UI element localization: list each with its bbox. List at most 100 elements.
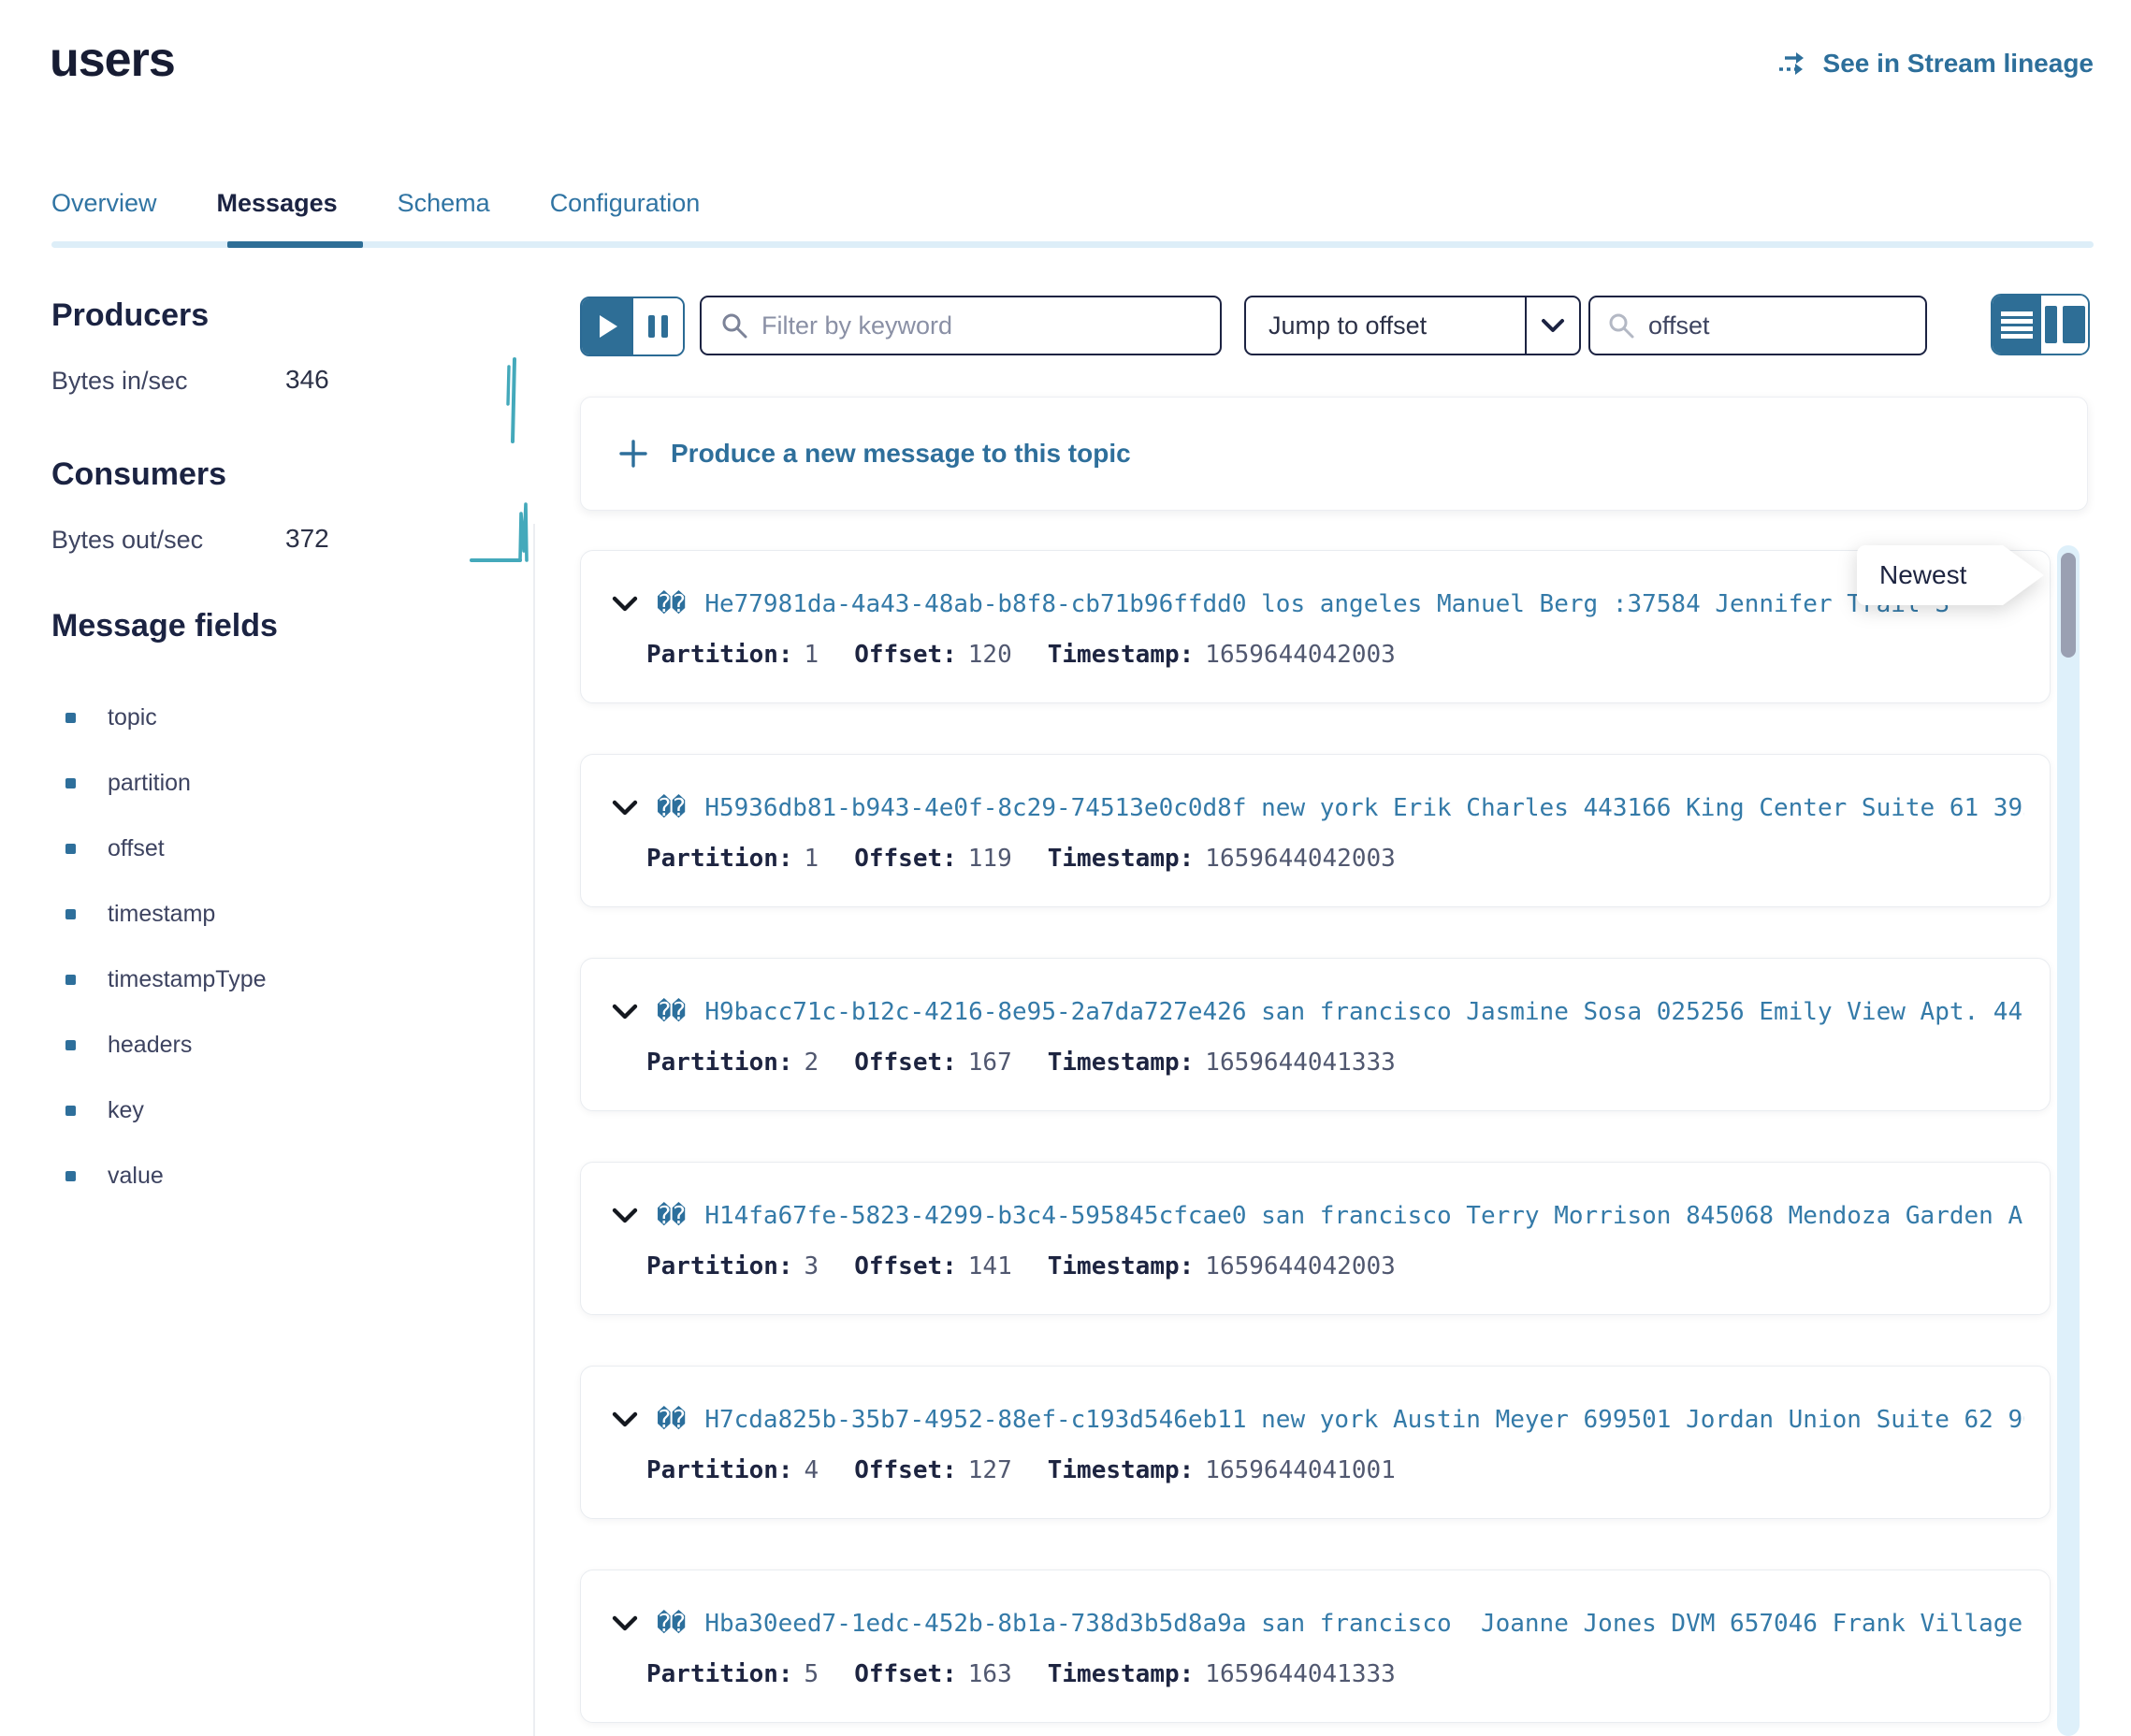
offset-meta: Offset:119	[854, 845, 1012, 873]
field-bullet-icon	[65, 909, 76, 919]
tab-schema[interactable]: Schema	[398, 189, 490, 235]
message-summary: Hba30eed7-1edc-452b-8b1a-738d3b5d8a9a sa…	[704, 1610, 2024, 1638]
list-view-icon	[2001, 310, 2033, 340]
message-meta-row: Partition:1 Offset:120 Timestamp:1659644…	[646, 641, 1396, 669]
offset-meta: Offset:167	[854, 1049, 1012, 1077]
message-key-glyphs: ��	[657, 1202, 686, 1230]
field-label: partition	[108, 770, 191, 797]
expand-chevron-icon[interactable]	[612, 1004, 638, 1020]
offset-search-field	[1588, 296, 1927, 355]
partition-value: 4	[805, 1456, 819, 1484]
partition-meta: Partition:2	[646, 1049, 819, 1077]
bytes-out-value: 372	[285, 524, 329, 554]
jump-to-offset-select[interactable]: Jump to offset	[1244, 296, 1581, 355]
list-view-button[interactable]	[1993, 296, 2041, 354]
partition-meta: Partition:4	[646, 1456, 819, 1484]
active-tab-underline	[227, 241, 363, 248]
expand-chevron-icon[interactable]	[612, 800, 638, 817]
partition-value: 1	[805, 845, 819, 873]
jump-to-offset-value: Jump to offset	[1246, 297, 1525, 354]
stream-lineage-icon	[1777, 50, 1811, 78]
select-chevron-segment[interactable]	[1525, 297, 1579, 354]
column-view-button[interactable]	[2041, 296, 2088, 354]
offset-value: 167	[968, 1049, 1012, 1077]
message-field-item[interactable]: key	[65, 1078, 267, 1143]
message-row[interactable]: �� H5936db81-b943-4e0f-8c29-74513e0c0d8f…	[580, 754, 2051, 907]
partition-meta: Partition:1	[646, 845, 819, 873]
message-summary: H5936db81-b943-4e0f-8c29-74513e0c0d8f ne…	[704, 794, 2024, 822]
message-summary-row: �� H5936db81-b943-4e0f-8c29-74513e0c0d8f…	[612, 794, 2024, 822]
offset-value: 119	[968, 845, 1012, 873]
timestamp-meta: Timestamp:1659644041333	[1048, 1049, 1396, 1077]
message-field-item[interactable]: value	[65, 1143, 267, 1208]
message-row[interactable]: �� H9bacc71c-b12c-4216-8e95-2a7da727e426…	[580, 958, 2051, 1111]
pause-icon	[648, 315, 655, 338]
offset-search-input[interactable]	[1648, 311, 1979, 340]
lineage-link-label: See in Stream lineage	[1823, 49, 2094, 79]
timestamp-meta: Timestamp:1659644041333	[1048, 1660, 1396, 1688]
partition-meta: Partition:3	[646, 1252, 819, 1280]
expand-chevron-icon[interactable]	[612, 1411, 638, 1428]
timestamp-value: 1659644041333	[1205, 1049, 1396, 1077]
consumers-heading: Consumers	[51, 456, 226, 493]
tab-messages[interactable]: Messages	[217, 189, 338, 235]
offset-value: 120	[968, 641, 1012, 669]
see-in-stream-lineage-link[interactable]: See in Stream lineage	[1777, 49, 2094, 79]
message-row[interactable]: �� H7cda825b-35b7-4952-88ef-c193d546eb11…	[580, 1366, 2051, 1519]
keyword-filter-input[interactable]	[761, 311, 1201, 340]
message-field-item[interactable]: headers	[65, 1012, 267, 1078]
partition-value: 3	[805, 1252, 819, 1280]
message-summary-row: �� Hba30eed7-1edc-452b-8b1a-738d3b5d8a9a…	[612, 1610, 2024, 1638]
keyword-filter-field	[700, 296, 1222, 355]
message-list-scrollbar-track[interactable]	[2057, 545, 2080, 1736]
expand-chevron-icon[interactable]	[612, 1208, 638, 1224]
offset-value: 141	[968, 1252, 1012, 1280]
field-bullet-icon	[65, 1106, 76, 1116]
message-summary: He77981da-4a43-48ab-b8f8-cb71b96ffdd0 lo…	[704, 590, 1950, 618]
message-summary: H14fa67fe-5823-4299-b3c4-595845cfcae0 sa…	[704, 1202, 2024, 1230]
field-bullet-icon	[65, 778, 76, 788]
topic-tabs: Overview Messages Schema Configuration	[51, 189, 700, 235]
message-summary-row: �� H9bacc71c-b12c-4216-8e95-2a7da727e426…	[612, 998, 2024, 1026]
tab-configuration[interactable]: Configuration	[550, 189, 701, 235]
chevron-down-icon	[1541, 318, 1565, 333]
tab-overview[interactable]: Overview	[51, 189, 157, 235]
message-meta-row: Partition:5 Offset:163 Timestamp:1659644…	[646, 1660, 1396, 1688]
message-meta-row: Partition:1 Offset:119 Timestamp:1659644…	[646, 845, 1396, 873]
message-list: �� He77981da-4a43-48ab-b8f8-cb71b96ffdd0…	[580, 550, 2051, 1736]
message-meta-row: Partition:2 Offset:167 Timestamp:1659644…	[646, 1049, 1396, 1077]
bytes-in-value: 346	[285, 365, 329, 395]
message-summary: H7cda825b-35b7-4952-88ef-c193d546eb11 ne…	[704, 1406, 2024, 1434]
view-mode-toggle	[1991, 294, 2090, 355]
timestamp-value: 1659644042003	[1205, 1252, 1396, 1280]
produce-message-button[interactable]: Produce a new message to this topic	[580, 397, 2088, 511]
search-icon	[720, 311, 748, 340]
bytes-out-label: Bytes out/sec	[51, 526, 203, 555]
message-field-item[interactable]: topic	[65, 685, 267, 750]
expand-chevron-icon[interactable]	[612, 1615, 638, 1632]
column-view-icon	[2045, 306, 2057, 343]
message-field-item[interactable]: timestamp	[65, 881, 267, 947]
play-button[interactable]	[582, 298, 633, 354]
message-field-item[interactable]: timestampType	[65, 947, 267, 1012]
message-row[interactable]: �� Hba30eed7-1edc-452b-8b1a-738d3b5d8a9a…	[580, 1570, 2051, 1723]
field-bullet-icon	[65, 1171, 76, 1181]
timestamp-value: 1659644042003	[1205, 641, 1396, 669]
message-field-item[interactable]: offset	[65, 816, 267, 881]
pause-button[interactable]	[633, 298, 683, 354]
timestamp-meta: Timestamp:1659644042003	[1048, 1252, 1396, 1280]
message-field-item[interactable]: partition	[65, 750, 267, 816]
message-meta-row: Partition:3 Offset:141 Timestamp:1659644…	[646, 1252, 1396, 1280]
message-key-glyphs: ��	[657, 998, 686, 1026]
message-key-glyphs: ��	[657, 1610, 686, 1638]
field-label: headers	[108, 1032, 192, 1059]
expand-chevron-icon[interactable]	[612, 596, 638, 613]
field-bullet-icon	[65, 713, 76, 723]
message-list-scrollbar-thumb[interactable]	[2061, 553, 2076, 658]
offset-meta: Offset:163	[854, 1660, 1012, 1688]
message-fields-heading: Message fields	[51, 608, 278, 644]
message-row[interactable]: �� H14fa67fe-5823-4299-b3c4-595845cfcae0…	[580, 1162, 2051, 1315]
field-bullet-icon	[65, 1040, 76, 1050]
offset-meta: Offset:120	[854, 641, 1012, 669]
message-row[interactable]: �� He77981da-4a43-48ab-b8f8-cb71b96ffdd0…	[580, 550, 2051, 703]
